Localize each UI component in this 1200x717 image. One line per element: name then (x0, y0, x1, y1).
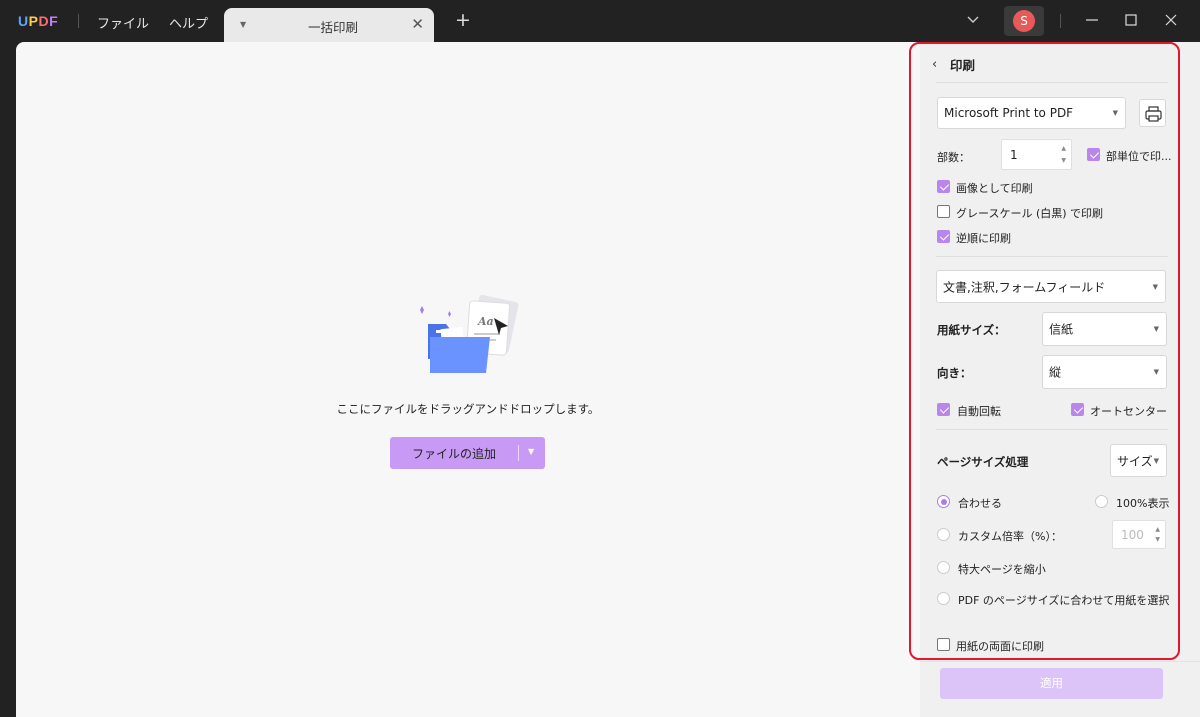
auto-center-label: オートセンター (1090, 405, 1167, 418)
custom-scale-input[interactable]: 100 ▲ ▼ (1112, 520, 1166, 549)
app-logo: UPDF (18, 13, 59, 29)
caret-down-icon: ▼ (1152, 282, 1158, 291)
divider (936, 256, 1168, 257)
reverse-order-checkbox[interactable] (937, 230, 950, 243)
auto-center-checkbox[interactable] (1071, 403, 1084, 416)
shrink-oversized-radio[interactable] (937, 561, 950, 574)
print-as-image-checkbox[interactable] (937, 180, 950, 193)
copies-stepper[interactable]: 1 ▲ ▼ (1001, 139, 1072, 170)
drop-instruction: ここにファイルをドラッグアンドドロップします。 (336, 402, 600, 416)
caret-down-icon: ▼ (1112, 109, 1118, 117)
page-size-handling-label: ページサイズ処理 (937, 455, 1029, 469)
back-arrow-icon[interactable]: ‹ (932, 57, 937, 72)
paper-size-label: 用紙サイズ： (937, 323, 1006, 337)
add-file-label: ファイルの追加 (411, 447, 496, 461)
actual-size-label: 100%表示 (1116, 497, 1170, 510)
add-file-button[interactable]: ファイルの追加 ▼ (390, 437, 545, 469)
actual-size-radio[interactable] (1095, 495, 1108, 508)
choose-paper-by-pdf-label: PDF のページサイズに合わせて用紙を選択 (958, 594, 1170, 607)
divider (936, 429, 1168, 430)
title-divider (78, 14, 79, 28)
caret-down-icon: ▼ (1153, 456, 1159, 465)
new-tab-icon[interactable]: + (455, 11, 471, 30)
orientation-value: 縦 (1049, 365, 1062, 380)
title-bar: UPDF ファイル ヘルプ ▼ 一括印刷 ✕ + S (0, 0, 1200, 42)
reverse-order-label: 逆順に印刷 (956, 232, 1011, 245)
paper-size-select[interactable]: 信紙 ▼ (1042, 312, 1167, 346)
duplex-checkbox[interactable] (937, 638, 950, 651)
drop-zone[interactable]: Aa ここにファイルをドラッグアンドドロップします。 ファイルの追加 ▼ (16, 42, 920, 717)
choose-paper-by-pdf-radio[interactable] (937, 592, 950, 605)
fit-label: 合わせる (958, 497, 1002, 510)
print-panel: ‹ 印刷 Microsoft Print to PDF ▼ 部数： 1 ▲ ▼ … (920, 42, 1200, 717)
minimize-icon[interactable] (1082, 10, 1102, 30)
chevron-down-icon[interactable] (965, 12, 981, 28)
copies-value: 1 (1010, 147, 1018, 162)
collate-checkbox[interactable] (1087, 148, 1100, 161)
paper-size-value: 信紙 (1049, 322, 1074, 337)
print-as-image-label: 画像として印刷 (956, 182, 1033, 195)
close-icon[interactable]: ✕ (411, 15, 424, 33)
shrink-oversized-label: 特大ページを縮小 (958, 563, 1046, 576)
printer-icon (1145, 106, 1162, 122)
collate-label: 部単位で印... (1106, 150, 1172, 163)
copies-label: 部数： (937, 151, 970, 164)
svg-text:Aa: Aa (477, 315, 494, 328)
panel-footer-divider (920, 661, 1200, 662)
printer-value: Microsoft Print to PDF (944, 106, 1074, 120)
folder-documents-icon: Aa (420, 294, 519, 373)
printer-select[interactable]: Microsoft Print to PDF ▼ (937, 97, 1126, 129)
fit-radio[interactable] (937, 495, 950, 508)
print-settings-scroll[interactable]: ‹ 印刷 Microsoft Print to PDF ▼ 部数： 1 ▲ ▼ … (920, 42, 1200, 662)
title-divider-2 (1060, 14, 1061, 28)
grayscale-checkbox[interactable] (937, 205, 950, 218)
auto-rotate-label: 自動回転 (957, 405, 1001, 418)
content-select-value: 文書,注釈,フォームフィールド (943, 280, 1106, 294)
orientation-select[interactable]: 縦 ▼ (1042, 355, 1167, 389)
menu-help[interactable]: ヘルプ (169, 13, 208, 32)
duplex-label: 用紙の両面に印刷 (956, 640, 1044, 653)
button-divider (518, 445, 519, 461)
custom-scale-label: カスタム倍率（%）： (958, 530, 1062, 543)
divider (936, 82, 1168, 83)
stepper-up-icon[interactable]: ▲ (1155, 526, 1160, 533)
orientation-label: 向き： (937, 366, 972, 380)
account-button[interactable]: S (1004, 6, 1044, 36)
auto-rotate-checkbox[interactable] (937, 403, 950, 416)
panel-title: 印刷 (950, 58, 976, 73)
custom-scale-value: 100 (1121, 527, 1144, 542)
grayscale-label: グレースケール (白黒) で印刷 (956, 207, 1104, 220)
tab-title: 一括印刷 (307, 20, 358, 35)
stepper-down-icon[interactable]: ▼ (1061, 157, 1066, 164)
menu-file[interactable]: ファイル (97, 13, 149, 32)
maximize-icon[interactable] (1121, 10, 1141, 30)
stepper-up-icon[interactable]: ▲ (1061, 145, 1066, 152)
custom-scale-radio[interactable] (937, 528, 950, 541)
page-size-value: サイズ (1117, 454, 1153, 468)
chevron-down-icon[interactable]: ▼ (528, 447, 534, 456)
window-close-icon[interactable] (1161, 10, 1181, 30)
page-size-select[interactable]: サイズ ▼ (1110, 444, 1167, 477)
apply-button[interactable]: 適用 (940, 668, 1163, 699)
tab-batch-print[interactable]: ▼ 一括印刷 ✕ (224, 8, 434, 42)
caret-down-icon: ▼ (1153, 368, 1159, 376)
stepper-down-icon[interactable]: ▼ (1155, 536, 1160, 543)
content-select[interactable]: 文書,注釈,フォームフィールド ▼ (936, 270, 1166, 303)
avatar: S (1013, 10, 1035, 32)
printer-properties-button[interactable] (1139, 99, 1166, 127)
caret-down-icon: ▼ (1153, 325, 1159, 333)
